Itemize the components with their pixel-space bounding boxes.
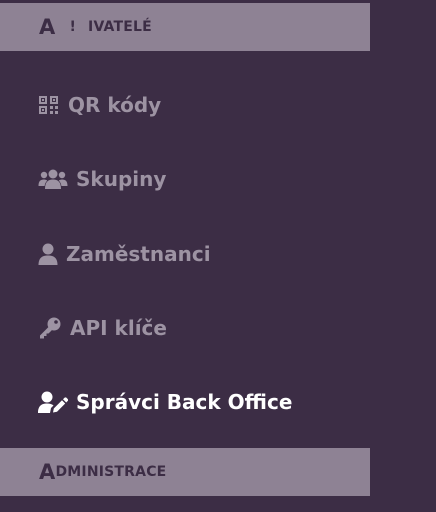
- sidebar-item-label: QR kódy: [68, 93, 162, 117]
- key-icon: [38, 317, 62, 339]
- sidebar-item-label: Skupiny: [76, 167, 167, 191]
- sidebar-item-label: API klíče: [70, 316, 167, 340]
- sidebar-item-groups[interactable]: Skupiny: [38, 164, 166, 194]
- sidebar-item-api-keys[interactable]: API klíče: [38, 313, 167, 343]
- section-header-users-letter: A: [39, 15, 56, 39]
- user-icon: [38, 243, 58, 265]
- sidebar-item-back-office-admins[interactable]: Správci Back Office: [38, 387, 292, 417]
- section-header-users-rest: IVATELÉ: [88, 19, 152, 35]
- sidebar: A ! IVATELÉ QR kódy Skupiny Zaměstnanci …: [0, 0, 370, 512]
- sidebar-item-label: Správci Back Office: [76, 390, 293, 414]
- sidebar-item-label: Zaměstnanci: [66, 242, 211, 266]
- section-header-admin-rest: DMINISTRACE: [55, 464, 167, 480]
- qr-code-icon: [38, 95, 60, 115]
- section-header-administration: A DMINISTRACE: [0, 448, 370, 496]
- user-edit-icon: [38, 391, 68, 413]
- section-header-admin-letter: A: [39, 460, 56, 484]
- section-header-users: A ! IVATELÉ: [0, 3, 370, 51]
- sidebar-item-employees[interactable]: Zaměstnanci: [38, 239, 211, 269]
- sidebar-item-qr-codes[interactable]: QR kódy: [38, 90, 161, 120]
- users-group-icon: [38, 168, 68, 190]
- section-header-users-mark: !: [69, 19, 77, 35]
